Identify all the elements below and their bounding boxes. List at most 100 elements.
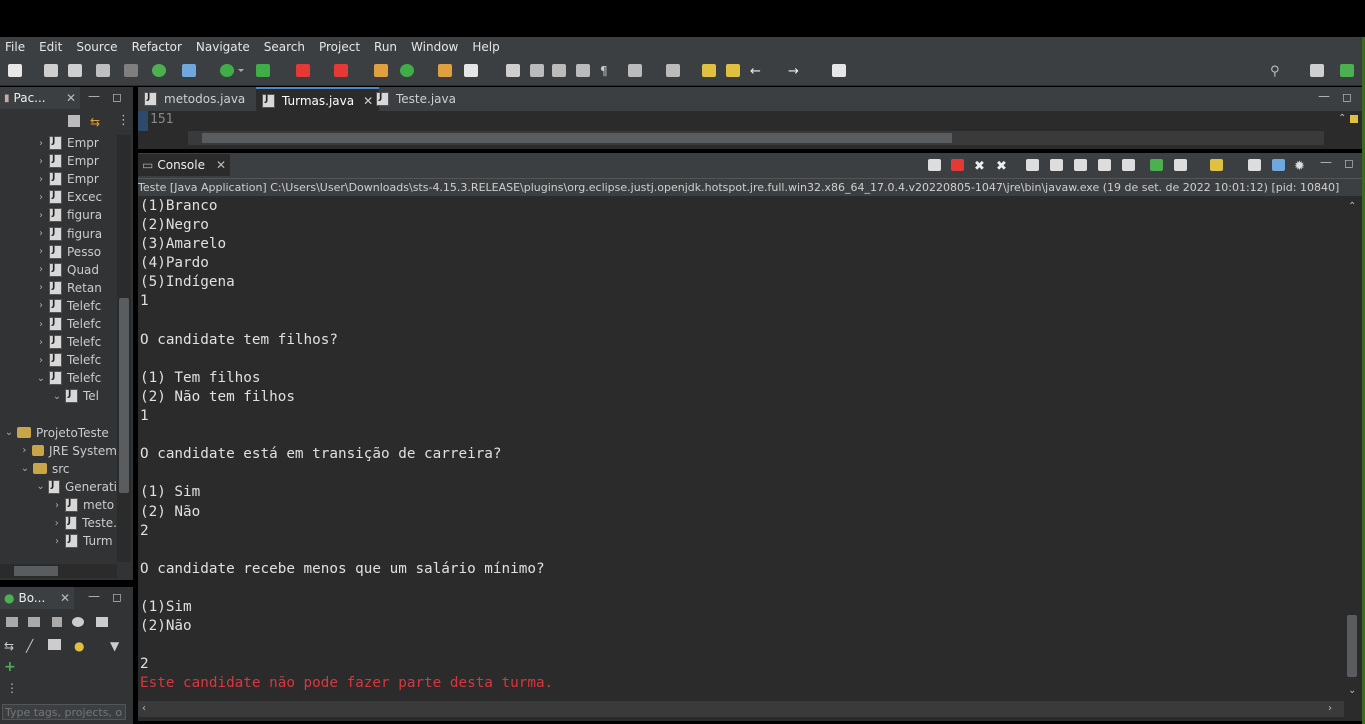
search-icon[interactable]: ⚲ [1270, 64, 1284, 79]
clear-console-icon[interactable] [1026, 159, 1039, 171]
pencil-icon[interactable]: ╱ [26, 639, 33, 653]
tree-item[interactable]: › Excec [36, 188, 117, 206]
forward-arrow-icon[interactable]: → [788, 64, 802, 79]
toggle-mark-occurrences-icon[interactable] [506, 64, 520, 77]
tree-scrollbar[interactable] [117, 135, 131, 562]
show-on-stderr-icon[interactable] [1122, 159, 1135, 171]
chevron-right-icon[interactable]: › [52, 536, 62, 547]
pin-icon[interactable] [832, 64, 846, 77]
chevron-right-icon[interactable]: › [52, 518, 62, 529]
show-whitespace-icon[interactable]: ¶ [600, 64, 614, 78]
stop-icon[interactable] [296, 64, 310, 77]
view-menu-icon[interactable]: ⋮ [117, 113, 130, 128]
tree-item[interactable]: ⌄ ProjetoTeste [4, 424, 117, 442]
remove-launch-icon[interactable]: ✖ [974, 159, 987, 174]
editor-hscrollbar[interactable] [188, 131, 1324, 145]
editor-tab[interactable]: Turmas.java✕ [256, 87, 380, 113]
settings-icon[interactable]: ✹ [1294, 159, 1307, 174]
tree-item[interactable]: ⌄ Generati [36, 478, 117, 496]
forward-edit-icon[interactable] [726, 64, 740, 77]
lightbulb-icon[interactable]: ● [74, 639, 84, 653]
filter-input[interactable] [2, 704, 126, 720]
scroll-left-icon[interactable]: ‹ [142, 703, 146, 714]
menu-item-file[interactable]: File [0, 40, 34, 54]
menu-item-help[interactable]: Help [467, 40, 508, 54]
spring-boot-icon[interactable] [152, 64, 166, 77]
chevron-right-icon[interactable]: › [36, 228, 46, 239]
menu-item-search[interactable]: Search [259, 40, 314, 54]
debug-icon[interactable] [182, 64, 196, 77]
chevron-right-icon[interactable]: › [36, 355, 46, 366]
chevron-right-icon[interactable]: › [52, 500, 62, 511]
spring-perspective-icon[interactable] [1340, 64, 1354, 77]
sync-icon[interactable] [928, 159, 941, 171]
open-browser-icon[interactable] [72, 617, 84, 627]
tab-boot-dashboard[interactable]: ● Bo... ✕ [0, 587, 74, 609]
menu-item-project[interactable]: Project [314, 40, 369, 54]
scroll-right-icon[interactable]: › [1328, 703, 1332, 714]
tree-item[interactable]: › Retan [36, 279, 117, 297]
editor-tab[interactable]: Teste.java [370, 87, 462, 111]
tree-item[interactable]: › Empr [36, 170, 117, 188]
chevron-right-icon[interactable]: › [36, 156, 46, 167]
chevron-right-icon[interactable]: › [36, 319, 46, 330]
block-selection-icon[interactable] [552, 64, 566, 77]
refresh-icon[interactable]: ⇆ [4, 639, 14, 653]
copy-icon[interactable] [1248, 159, 1261, 171]
chevron-right-icon[interactable]: › [36, 192, 46, 203]
external-tools-icon[interactable] [334, 64, 348, 77]
menu-item-source[interactable]: Source [71, 40, 126, 54]
menu-item-refactor[interactable]: Refactor [127, 40, 191, 54]
properties-icon[interactable] [48, 639, 61, 650]
start-icon[interactable] [6, 617, 18, 627]
editor-hscroll-thumb[interactable] [202, 133, 952, 143]
pin-console-icon[interactable] [1150, 159, 1163, 171]
new-java-project-icon[interactable] [374, 64, 388, 77]
link-icon[interactable] [1272, 159, 1285, 171]
chevron-right-icon[interactable]: › [36, 264, 46, 275]
tree-item[interactable]: › Teste. [52, 514, 117, 532]
save-all-icon[interactable] [68, 64, 82, 77]
minimize-icon[interactable]: — [88, 589, 100, 603]
show-on-stdout-icon[interactable] [1098, 159, 1111, 171]
run-icon[interactable] [220, 64, 234, 77]
menu-item-window[interactable]: Window [406, 40, 467, 54]
scroll-up-icon[interactable]: ⌃ [1338, 113, 1346, 124]
terminate-icon[interactable] [951, 159, 964, 171]
previous-annotation-icon[interactable] [666, 64, 680, 77]
console-vscrollbar[interactable]: ⌃ ⌄ [1344, 197, 1360, 701]
remove-all-launches-icon[interactable]: ✖ [996, 159, 1009, 174]
tree-item[interactable]: › Telefc [36, 351, 117, 369]
chevron-right-icon[interactable]: › [36, 300, 46, 311]
chevron-down-icon[interactable]: ⌄ [36, 481, 45, 492]
scroll-up-icon[interactable]: ⌃ [1348, 201, 1356, 212]
display-selected-console-icon[interactable] [1174, 159, 1187, 171]
maximize-icon[interactable]: ◻ [112, 590, 122, 604]
tree-item[interactable]: › figura [36, 225, 117, 243]
tree-item[interactable]: › Empr [36, 134, 117, 152]
maximize-icon[interactable]: ◻ [1342, 90, 1352, 104]
close-icon[interactable]: ✕ [60, 591, 70, 605]
console-vscroll-thumb[interactable] [1347, 615, 1357, 677]
new-icon[interactable] [8, 64, 22, 77]
scroll-down-icon[interactable]: ⌄ [1348, 685, 1356, 696]
chevron-right-icon[interactable]: › [36, 174, 46, 185]
word-wrap-icon[interactable] [1074, 159, 1087, 171]
tree-item[interactable]: › meto [52, 496, 117, 514]
tree-item[interactable]: › Pesso [36, 243, 117, 261]
tree-item[interactable]: › Turm [52, 532, 117, 550]
minimize-icon[interactable]: — [1318, 89, 1330, 103]
tab-console[interactable]: ▭ Console ✕ [138, 154, 230, 176]
maximize-icon[interactable]: ◻ [1344, 156, 1354, 170]
tree-item[interactable]: › JRE System [20, 442, 117, 460]
chevron-right-icon[interactable]: › [36, 210, 46, 221]
debug-icon[interactable] [28, 617, 40, 627]
tree-item[interactable]: › Telefc [36, 315, 117, 333]
maximize-icon[interactable]: ◻ [112, 90, 122, 104]
tree-hscroll-thumb[interactable] [14, 566, 58, 576]
tab-package-explorer[interactable]: ▮ Pac... ✕ [0, 87, 80, 109]
run-dropdown-icon[interactable] [238, 69, 244, 72]
add-icon[interactable]: + [4, 659, 16, 675]
chevron-right-icon[interactable]: › [20, 445, 29, 456]
search-tool-icon[interactable] [464, 64, 478, 77]
